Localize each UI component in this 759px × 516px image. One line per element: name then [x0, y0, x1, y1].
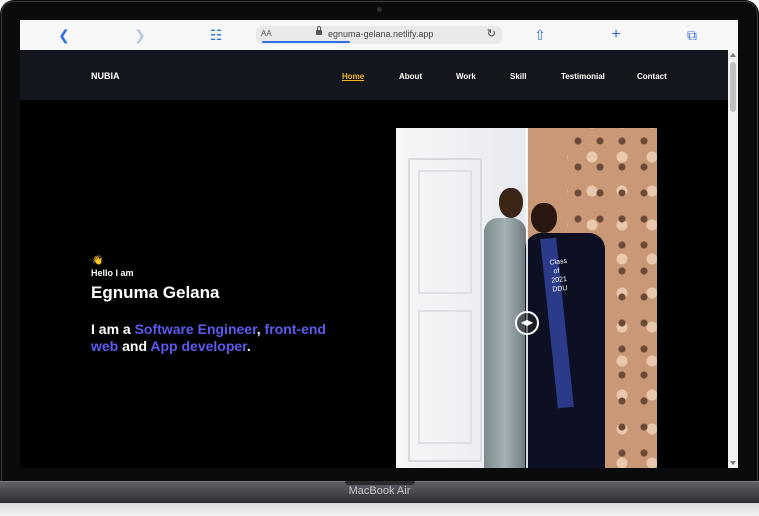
role-app-developer: App developer: [150, 338, 247, 354]
nav-link-work[interactable]: Work: [456, 72, 476, 81]
person-head: [499, 188, 523, 218]
hero-greeting: Hello I am: [91, 268, 134, 278]
person-figure: [484, 218, 526, 468]
url-text: egnuma-gelana.netlify.app: [328, 29, 434, 39]
profile-photo-right: Class of 2021 DDU: [525, 128, 657, 468]
laptop-lid: ❮ ❯ ☷ AA egnuma-gelana.netlify.app ↻ ⇧ +…: [0, 0, 759, 484]
bookmarks-icon[interactable]: ☷: [208, 27, 224, 43]
browser-toolbar: ❮ ❯ ☷ AA egnuma-gelana.netlify.app ↻ ⇧ +…: [20, 20, 738, 51]
page-scrollbar[interactable]: [728, 50, 738, 468]
laptop-foot: [0, 503, 759, 516]
lock-icon: [316, 26, 322, 35]
share-icon[interactable]: ⇧: [532, 27, 548, 43]
profile-photo-comparison[interactable]: Class of 2021 DDU ◀▶: [396, 128, 657, 468]
forward-icon[interactable]: ❯: [132, 27, 148, 43]
tagline-separator: ,: [256, 321, 265, 337]
text-size-button[interactable]: AA: [261, 29, 272, 38]
new-tab-icon[interactable]: +: [608, 27, 624, 43]
nav-link-home[interactable]: Home: [342, 72, 364, 81]
camera-icon: [377, 7, 382, 12]
nav-link-skill[interactable]: Skill: [510, 72, 526, 81]
nav-link-contact[interactable]: Contact: [637, 72, 667, 81]
reload-icon[interactable]: ↻: [487, 27, 496, 40]
site-brand[interactable]: NUBIA: [91, 71, 120, 81]
hero-tagline: I am a Software Engineer, front-end web …: [91, 321, 351, 355]
graduate-head: [531, 203, 557, 233]
profile-photo-left: [396, 128, 527, 468]
tabs-icon[interactable]: ⧉: [684, 27, 700, 43]
sash-text: Class of 2021 DDU: [549, 257, 568, 294]
tagline-suffix: .: [246, 338, 251, 354]
nav-link-about[interactable]: About: [399, 72, 422, 81]
loading-progress-bar: [262, 41, 350, 43]
back-icon[interactable]: ❮: [56, 27, 72, 43]
tagline-separator: and: [118, 338, 151, 354]
screen: ❮ ❯ ☷ AA egnuma-gelana.netlify.app ↻ ⇧ +…: [20, 20, 738, 468]
address-bar[interactable]: AA egnuma-gelana.netlify.app ↻: [256, 26, 502, 44]
slider-handle-icon[interactable]: ◀▶: [515, 311, 539, 335]
scroll-down-icon[interactable]: [730, 461, 736, 465]
site-navbar: NUBIA Home About Work Skill Testimonial …: [20, 50, 728, 100]
door-background: [408, 158, 482, 462]
tagline-prefix: I am a: [91, 321, 135, 337]
role-software-engineer: Software Engineer: [134, 321, 257, 337]
hero-section: 👋 Hello I am Egnuma Gelana I am a Softwa…: [20, 100, 728, 468]
nav-link-testimonial[interactable]: Testimonial: [561, 72, 605, 81]
comparison-divider[interactable]: [526, 128, 528, 468]
scroll-thumb[interactable]: [730, 62, 736, 112]
hero-name: Egnuma Gelana: [91, 283, 220, 302]
scroll-up-icon[interactable]: [730, 53, 736, 57]
device-label: MacBook Air: [348, 485, 411, 497]
wave-icon: 👋: [92, 255, 104, 265]
